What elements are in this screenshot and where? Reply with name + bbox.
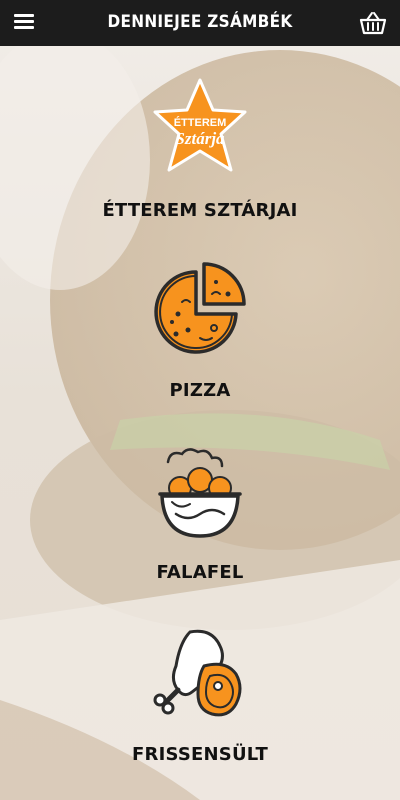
shopping-basket-icon[interactable]: [358, 8, 388, 38]
chicken-leg-steak-icon: [153, 629, 242, 717]
category-label: ÉTTEREM SZTÁRJAI: [102, 200, 298, 221]
category-label: FALAFEL: [156, 562, 244, 583]
pizza-icon: [154, 262, 246, 354]
category-frissensult[interactable]: FRISSENSÜLT: [0, 626, 400, 765]
falafel-bowl-icon: [158, 448, 242, 538]
category-falafel[interactable]: FALAFEL: [0, 444, 400, 583]
badge-line1: ÉTTEREM: [174, 116, 227, 129]
category-label: PIZZA: [169, 380, 231, 401]
category-label: FRISSENSÜLT: [132, 744, 268, 765]
badge-line2: Sztárja: [175, 129, 225, 148]
top-app-bar: DENNIEJEE ZSÁMBÉK: [0, 0, 400, 46]
star-badge-icon: ÉTTEREM Sztárja: [153, 78, 247, 172]
app-title: DENNIEJEE ZSÁMBÉK: [107, 12, 293, 32]
category-pizza[interactable]: PIZZA: [0, 262, 400, 401]
category-etterem-sztarjai[interactable]: ÉTTEREM Sztárja ÉTTEREM SZTÁRJAI: [0, 78, 400, 221]
